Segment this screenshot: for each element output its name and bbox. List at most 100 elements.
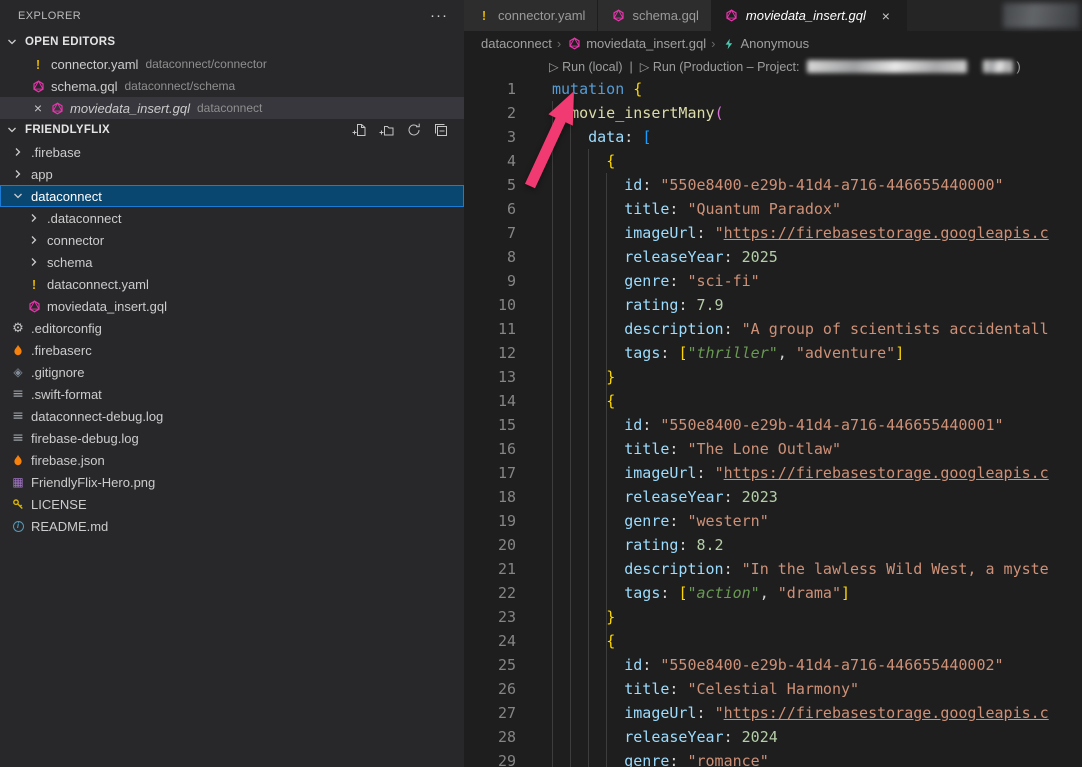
code-line-7[interactable]: 7 imageUrl: "https://firebasestorage.goo… — [464, 221, 1082, 245]
refresh-button[interactable] — [405, 121, 423, 139]
code-line-3[interactable]: 3 data: [ — [464, 125, 1082, 149]
file-item-gitignore[interactable]: ◈.gitignore — [0, 361, 464, 383]
breadcrumb-item-moviedata-insert-gql[interactable]: moviedata_insert.gql — [566, 36, 706, 52]
code-line-29[interactable]: 29 genre: "romance" — [464, 749, 1082, 767]
code-line-10[interactable]: 10 rating: 7.9 — [464, 293, 1082, 317]
code-token: : — [669, 512, 687, 530]
folder-item-dataconnect[interactable]: dataconnect — [0, 185, 464, 207]
file-item-swift-format[interactable]: ≡.swift-format — [0, 383, 464, 405]
code-text: description: "In the lawless Wild West, … — [552, 557, 1082, 581]
tab-connector-yaml[interactable]: !connector.yaml — [464, 0, 598, 31]
code-token: title — [624, 440, 669, 458]
open-editors-header[interactable]: OPEN EDITORS — [0, 31, 464, 53]
file-item-license[interactable]: LICENSE — [0, 493, 464, 515]
code-line-12[interactable]: 12 tags: ["thriller", "adventure"] — [464, 341, 1082, 365]
code-line-25[interactable]: 25 id: "550e8400-e29b-41d4-a716-44665544… — [464, 653, 1082, 677]
code-editor[interactable]: ▷ Run (local) | ▷ Run (Production – Proj… — [464, 56, 1082, 767]
line-number: 1 — [464, 77, 552, 101]
file-item-editorconfig[interactable]: ⚙.editorconfig — [0, 317, 464, 339]
file-item-dataconnect-yaml[interactable]: !dataconnect.yaml — [0, 273, 464, 295]
collapse-all-button[interactable] — [432, 121, 450, 139]
code-token: } — [606, 608, 615, 626]
folder-item-app[interactable]: app — [0, 163, 464, 185]
file-item-friendlyflix-hero-png[interactable]: ▦FriendlyFlix-Hero.png — [0, 471, 464, 493]
code-line-9[interactable]: 9 genre: "sci-fi" — [464, 269, 1082, 293]
code-line-17[interactable]: 17 imageUrl: "https://firebasestorage.go… — [464, 461, 1082, 485]
file-item-firebase-json[interactable]: firebase.json — [0, 449, 464, 471]
yaml-warning-icon: ! — [26, 276, 42, 292]
open-editor-item-moviedata-insert-gql[interactable]: ×moviedata_insert.gqldataconnect — [0, 97, 464, 119]
code-line-5[interactable]: 5 id: "550e8400-e29b-41d4-a716-446655440… — [464, 173, 1082, 197]
code-line-22[interactable]: 22 tags: ["action", "drama"] — [464, 581, 1082, 605]
file-item-dataconnect-debug-log[interactable]: ≡dataconnect-debug.log — [0, 405, 464, 427]
code-token: : — [669, 272, 687, 290]
code-line-15[interactable]: 15 id: "550e8400-e29b-41d4-a716-44665544… — [464, 413, 1082, 437]
tabbar: !connector.yamlschema.gqlmoviedata_inser… — [464, 0, 1082, 31]
folder-label: app — [31, 167, 53, 182]
code-line-24[interactable]: 24 { — [464, 629, 1082, 653]
code-line-11[interactable]: 11 description: "A group of scientists a… — [464, 317, 1082, 341]
codelens-run-local[interactable]: ▷ Run (local) — [549, 59, 623, 74]
flame-icon — [10, 342, 26, 358]
folder-item-connector[interactable]: connector — [0, 229, 464, 251]
line-number: 11 — [464, 317, 552, 341]
line-number: 10 — [464, 293, 552, 317]
folder-item-schema[interactable]: schema — [0, 251, 464, 273]
file-item-firebaserc[interactable]: .firebaserc — [0, 339, 464, 361]
code-token: tags — [624, 344, 660, 362]
tab-moviedata-insert-gql[interactable]: moviedata_insert.gql× — [712, 0, 907, 31]
code-line-23[interactable]: 23 } — [464, 605, 1082, 629]
folder-item-firebase[interactable]: .firebase — [0, 141, 464, 163]
code-line-26[interactable]: 26 title: "Celestial Harmony" — [464, 677, 1082, 701]
code-token: " — [715, 464, 724, 482]
file-item-moviedata-insert-gql[interactable]: moviedata_insert.gql — [0, 295, 464, 317]
line-number: 19 — [464, 509, 552, 533]
open-editor-item-connector-yaml[interactable]: !connector.yamldataconnect/connector — [0, 53, 464, 75]
code-line-28[interactable]: 28 releaseYear: 2024 — [464, 725, 1082, 749]
code-line-8[interactable]: 8 releaseYear: 2025 — [464, 245, 1082, 269]
code-line-16[interactable]: 16 title: "The Lone Outlaw" — [464, 437, 1082, 461]
code-line-1[interactable]: 1mutation { — [464, 77, 1082, 101]
breadcrumb-item-dataconnect[interactable]: dataconnect — [481, 36, 552, 51]
code-line-27[interactable]: 27 imageUrl: "https://firebasestorage.go… — [464, 701, 1082, 725]
code-text: tags: ["thriller", "adventure"] — [552, 341, 1082, 365]
code-text: imageUrl: "https://firebasestorage.googl… — [552, 701, 1082, 725]
more-actions-button[interactable]: ··· — [430, 7, 448, 24]
file-item-firebase-debug-log[interactable]: ≡firebase-debug.log — [0, 427, 464, 449]
code-line-21[interactable]: 21 description: "In the lawless Wild Wes… — [464, 557, 1082, 581]
code-line-19[interactable]: 19 genre: "western" — [464, 509, 1082, 533]
open-editor-item-schema-gql[interactable]: schema.gqldataconnect/schema — [0, 75, 464, 97]
line-number: 7 — [464, 221, 552, 245]
line-number: 16 — [464, 437, 552, 461]
chevron-down-icon — [4, 34, 20, 50]
code-token: genre — [624, 512, 669, 530]
code-line-6[interactable]: 6 title: "Quantum Paradox" — [464, 197, 1082, 221]
code-line-4[interactable]: 4 { — [464, 149, 1082, 173]
close-icon[interactable]: × — [878, 8, 894, 24]
code-token: genre — [624, 272, 669, 290]
code-line-14[interactable]: 14 { — [464, 389, 1082, 413]
code-token: 8.2 — [697, 536, 724, 554]
breadcrumb-item-anonymous[interactable]: Anonymous — [721, 36, 810, 52]
code-token — [552, 104, 570, 122]
workspace-header[interactable]: FRIENDLYFLIX — [0, 119, 464, 141]
code-token: releaseYear — [624, 248, 723, 266]
new-file-button[interactable] — [351, 121, 369, 139]
close-icon[interactable]: × — [30, 100, 46, 116]
code-line-13[interactable]: 13 } — [464, 365, 1082, 389]
code-line-2[interactable]: 2 movie_insertMany( — [464, 101, 1082, 125]
code-token: id — [624, 656, 642, 674]
code-token — [552, 464, 624, 482]
codelens-run-production[interactable]: ▷ Run (Production – Project: — [640, 59, 800, 74]
file-item-readme-md[interactable]: iREADME.md — [0, 515, 464, 537]
code-token: : — [724, 248, 742, 266]
code-line-18[interactable]: 18 releaseYear: 2023 — [464, 485, 1082, 509]
code-text: releaseYear: 2024 — [552, 725, 1082, 749]
code-line-20[interactable]: 20 rating: 8.2 — [464, 533, 1082, 557]
code-token: rating — [624, 296, 678, 314]
new-folder-button[interactable] — [378, 121, 396, 139]
folder-item-dataconnect[interactable]: .dataconnect — [0, 207, 464, 229]
tab-schema-gql[interactable]: schema.gql — [598, 0, 711, 31]
chevron-down-icon — [4, 122, 20, 138]
code-token: : — [642, 176, 660, 194]
